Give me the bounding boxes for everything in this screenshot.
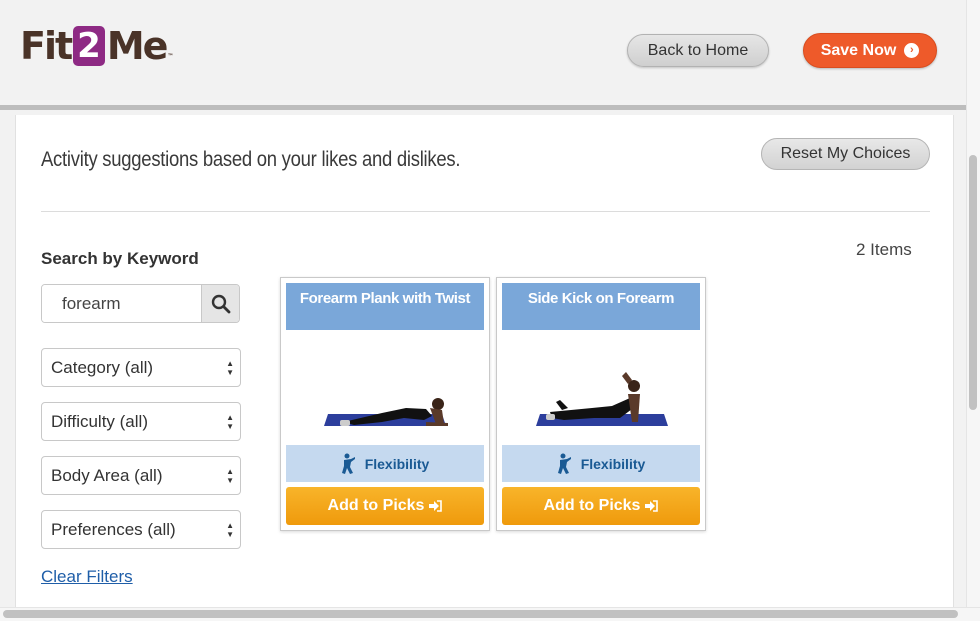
flexibility-figure-icon xyxy=(341,453,355,474)
activity-card-title: Side Kick on Forearm xyxy=(502,283,700,330)
category-select[interactable]: Category (all) ▲ ▼ xyxy=(41,348,241,387)
save-now-label: Save Now xyxy=(820,41,897,59)
horizontal-scrollbar-thumb[interactable] xyxy=(3,610,958,618)
back-to-home-button[interactable]: Back to Home xyxy=(627,34,769,67)
difficulty-select-value: Difficulty (all) xyxy=(51,411,148,431)
sign-in-arrow-icon xyxy=(645,500,659,512)
preferences-select-value: Preferences (all) xyxy=(51,519,176,539)
logo-text-two: 2 xyxy=(73,26,105,66)
reset-my-choices-button[interactable]: Reset My Choices xyxy=(761,138,930,170)
clear-filters-link[interactable]: Clear Filters xyxy=(41,567,133,587)
fit2me-logo[interactable]: Fit 2 Me ™ xyxy=(20,24,173,68)
logo-trademark: ™ xyxy=(167,53,174,60)
add-to-picks-label: Add to Picks xyxy=(327,497,425,514)
logo-text-fit: Fit xyxy=(20,24,73,68)
page-headline: Activity suggestions based on your likes… xyxy=(41,148,461,171)
page-header: Fit 2 Me ™ Back to Home Save Now › xyxy=(0,0,966,110)
activity-category-label: Flexibility xyxy=(364,455,430,472)
difficulty-select[interactable]: Difficulty (all) ▲ ▼ xyxy=(41,402,241,441)
select-arrows-icon: ▲ ▼ xyxy=(226,359,234,377)
back-to-home-label: Back to Home xyxy=(647,41,749,59)
save-now-button[interactable]: Save Now › xyxy=(803,33,937,68)
select-arrows-icon: ▲ ▼ xyxy=(226,413,234,431)
preferences-select[interactable]: Preferences (all) ▲ ▼ xyxy=(41,510,241,549)
activity-card-title: Forearm Plank with Twist xyxy=(286,283,484,330)
activity-image xyxy=(324,398,448,426)
item-count: 2 Items xyxy=(856,240,912,259)
select-arrows-icon: ▲ ▼ xyxy=(226,467,234,485)
main-panel: Activity suggestions based on your likes… xyxy=(15,115,954,610)
activity-category: Flexibility xyxy=(502,445,700,482)
search-button[interactable] xyxy=(201,285,239,322)
activity-category-label: Flexibility xyxy=(580,455,646,472)
activity-image xyxy=(536,372,668,426)
search-by-keyword-label: Search by Keyword xyxy=(41,249,199,268)
logo-text-me: Me xyxy=(106,24,169,68)
reset-my-choices-label: Reset My Choices xyxy=(780,145,911,162)
chevron-circle-right-icon: › xyxy=(904,43,920,58)
vertical-scrollbar-thumb[interactable] xyxy=(969,155,977,410)
select-arrows-icon: ▲ ▼ xyxy=(226,521,234,539)
add-to-picks-button[interactable]: Add to Picks xyxy=(286,487,484,525)
body-area-select-value: Body Area (all) xyxy=(51,465,163,485)
flexibility-figure-icon xyxy=(557,453,571,474)
add-to-picks-button[interactable]: Add to Picks xyxy=(502,487,700,525)
magnifier-icon xyxy=(211,294,230,313)
search-box xyxy=(41,284,240,323)
search-input[interactable] xyxy=(42,285,202,322)
sign-in-arrow-icon xyxy=(429,500,443,512)
category-select-value: Category (all) xyxy=(51,357,154,377)
add-to-picks-label: Add to Picks xyxy=(543,497,641,514)
body-area-select[interactable]: Body Area (all) ▲ ▼ xyxy=(41,456,241,495)
activity-card[interactable]: Side Kick on Forearm Flexibility Add to … xyxy=(496,277,706,531)
activity-card[interactable]: Forearm Plank with Twist Flexibility Add… xyxy=(280,277,490,531)
header-divider xyxy=(41,211,930,212)
activity-category: Flexibility xyxy=(286,445,484,482)
